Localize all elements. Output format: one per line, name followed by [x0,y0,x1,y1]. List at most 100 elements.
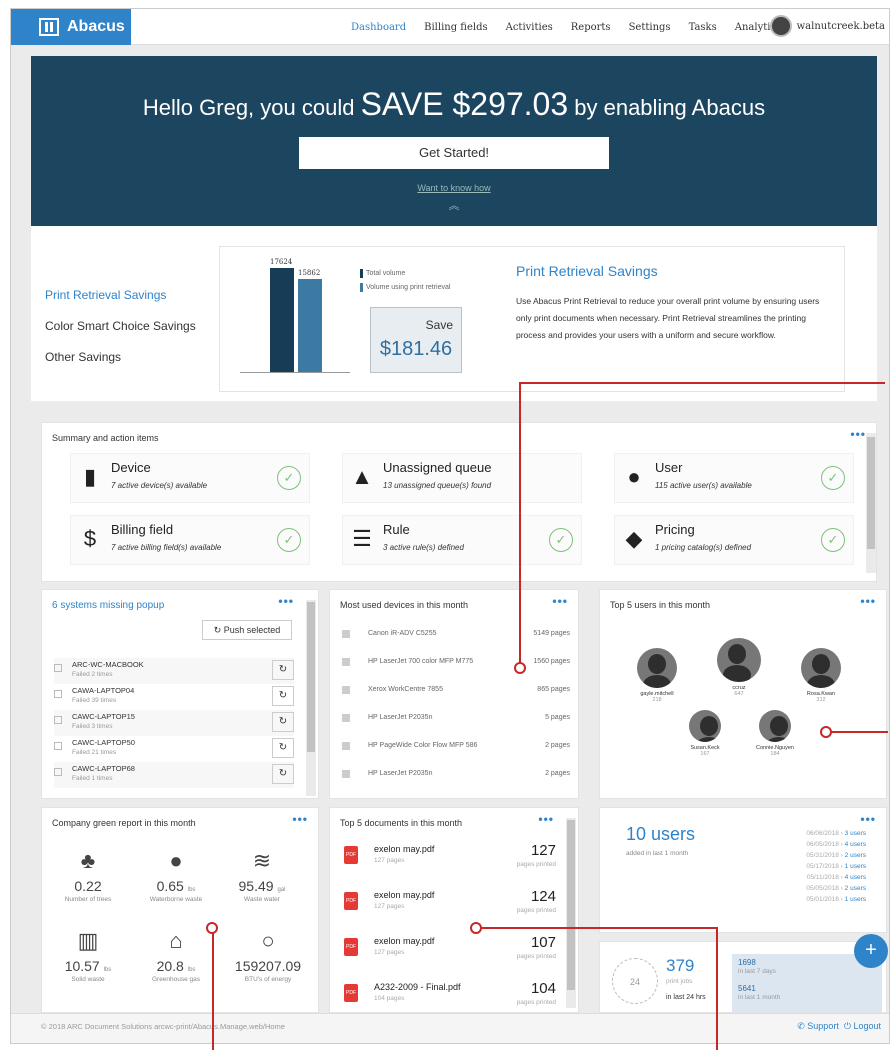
system-failed-count: Failed 39 times [72,697,117,704]
savings-menu-color-smart[interactable]: Color Smart Choice Savings [45,319,196,333]
users-link[interactable]: 1 users [845,863,866,870]
more-options-icon[interactable]: ••• [860,812,876,826]
push-selected-label: Push selected [223,625,281,635]
avatar [689,710,721,742]
printer-icon [342,714,350,722]
summary-item-desc: 1 pricing catalog(s) defined [655,543,752,552]
callout-line [716,927,718,1050]
refresh-icon[interactable]: ↻ [272,660,294,680]
green-value: 0.22 [48,878,128,894]
brand-logo[interactable]: Abacus [11,9,131,45]
users-link[interactable]: 4 users [845,841,866,848]
chevron-double-up-icon[interactable]: ︽ [31,197,877,213]
top-user[interactable]: Susan.Keck 167 [670,710,740,757]
want-to-know-how-link[interactable]: Want to know how [31,183,877,193]
document-pages: 127 pages [374,949,405,956]
top-user[interactable]: ccruz 647 [704,638,774,697]
nav-tasks[interactable]: Tasks [689,22,717,33]
jobs-count: 379 [666,956,695,975]
summary-item-name: User [655,460,683,475]
more-options-icon[interactable]: ••• [292,812,308,826]
pdf-icon: PDF [344,892,358,910]
nav-billing-fields[interactable]: Billing fields [424,22,487,33]
savings-menu-other[interactable]: Other Savings [45,350,196,364]
row-checkbox[interactable] [54,716,62,724]
users-link[interactable]: 2 users [845,885,866,892]
refresh-icon[interactable]: ↻ [272,686,294,706]
refresh-icon[interactable]: ↻ [272,764,294,784]
chart-bar [270,268,294,372]
top-users-title: Top 5 users in this month [610,600,711,610]
list-item[interactable]: 05/31/2018 › 2 users [806,850,866,861]
document-count: 124 [530,888,556,905]
callout-marker [206,922,218,934]
nav-dashboard[interactable]: Dashboard [351,22,406,33]
top-user[interactable]: Rosa.Kwan 312 [786,648,856,703]
summary-scrollbar[interactable] [866,433,876,573]
row-checkbox[interactable] [54,690,62,698]
list-item[interactable]: 06/05/2018 › 4 users [806,839,866,850]
list-item[interactable]: 05/01/2018 › 1 users [806,894,866,905]
list-item[interactable]: 05/17/2018 › 1 users [806,861,866,872]
refresh-icon[interactable]: ↻ [272,738,294,758]
nav-activities[interactable]: Activities [506,22,553,33]
chart-bar-label: 17624 [270,258,293,266]
users-link[interactable]: 3 users [845,830,866,837]
summary-rule[interactable]: ☰ Rule 3 active rule(s) defined ✓ [342,515,582,565]
green-label: Greenhouse gas [151,976,201,983]
summary-pricing[interactable]: ◆ Pricing 1 pricing catalog(s) defined ✓ [614,515,854,565]
row-checkbox[interactable] [54,664,62,672]
missing-scrollbar[interactable] [306,600,316,796]
savings-title: Print Retrieval Savings [516,263,658,279]
summary-unassigned-queue[interactable]: ▲ Unassigned queue 13 unassigned queue(s… [342,453,582,503]
more-options-icon[interactable]: ••• [278,594,294,608]
logout-link[interactable]: Logout [853,1021,881,1031]
list-item[interactable]: PDF A232-2009 - Final.pdf 104 pages 104 page… [344,980,556,1012]
nav-settings[interactable]: Settings [629,22,671,33]
legend-label: Volume using print retrieval [366,284,451,291]
summary-user[interactable]: ● User 115 active user(s) available ✓ [614,453,854,503]
scrollbar-thumb[interactable] [567,820,575,990]
jobs-week-label: in last 7 days [738,968,776,975]
users-link[interactable]: 1 users [845,896,866,903]
row-checkbox[interactable] [54,742,62,750]
system-failed-count: Failed 2 times [72,671,113,678]
top-navbar: Abacus Dashboard Billing fields Activiti… [11,9,889,45]
users-link[interactable]: 2 users [845,852,866,859]
scrollbar-thumb[interactable] [307,602,315,752]
refresh-icon[interactable]: ↻ [272,712,294,732]
printer-icon [342,686,350,694]
document-count-label: pages printed [516,907,556,914]
list-item[interactable]: 05/05/2018 › 2 users [806,883,866,894]
nav-reports[interactable]: Reports [571,22,611,33]
user-menu[interactable]: walnutcreek.beta [769,15,885,37]
top-user[interactable]: gayle.mitchell 218 [622,648,692,703]
summary-device[interactable]: ▮ Device 7 active device(s) available ✓ [70,453,310,503]
more-options-icon[interactable]: ••• [860,594,876,608]
add-fab-button[interactable]: + [854,934,888,968]
push-selected-button[interactable]: ↻ Push selected [202,620,292,640]
list-item[interactable]: PDF exelon may.pdf 127 pages 107 pages print… [344,934,556,980]
list-item[interactable]: PDF exelon may.pdf 127 pages 127 pages print… [344,842,556,888]
savings-menu-print-retrieval[interactable]: Print Retrieval Savings [45,288,196,302]
summary-billing-field[interactable]: $ Billing field 7 active billing field(s… [70,515,310,565]
more-options-icon[interactable]: ••• [552,594,568,608]
get-started-button[interactable]: Get Started! [299,137,609,169]
new-users-list: 06/06/2018 › 3 users 06/05/2018 › 4 user… [806,828,866,905]
list-item[interactable]: 06/06/2018 › 3 users [806,828,866,839]
system-name: CAWC-LAPTOP68 [72,764,135,773]
users-link[interactable]: 4 users [845,874,866,881]
phone-icon: ✆ [797,1021,808,1031]
documents-scrollbar[interactable] [566,818,576,1008]
scrollbar-thumb[interactable] [867,437,875,549]
row-checkbox[interactable] [54,768,62,776]
user-icon: ● [627,464,641,489]
device-pages: 865 pages [537,686,570,693]
more-options-icon[interactable]: ••• [850,427,866,441]
top-user-count: 218 [652,697,662,703]
list-item[interactable]: 05/11/2018 › 4 users [806,872,866,883]
top-user-count: 647 [734,691,744,697]
more-options-icon[interactable]: ••• [538,812,554,826]
support-link[interactable]: Support [807,1021,839,1031]
top-user[interactable]: Connie.Nguyen 184 [740,710,810,757]
